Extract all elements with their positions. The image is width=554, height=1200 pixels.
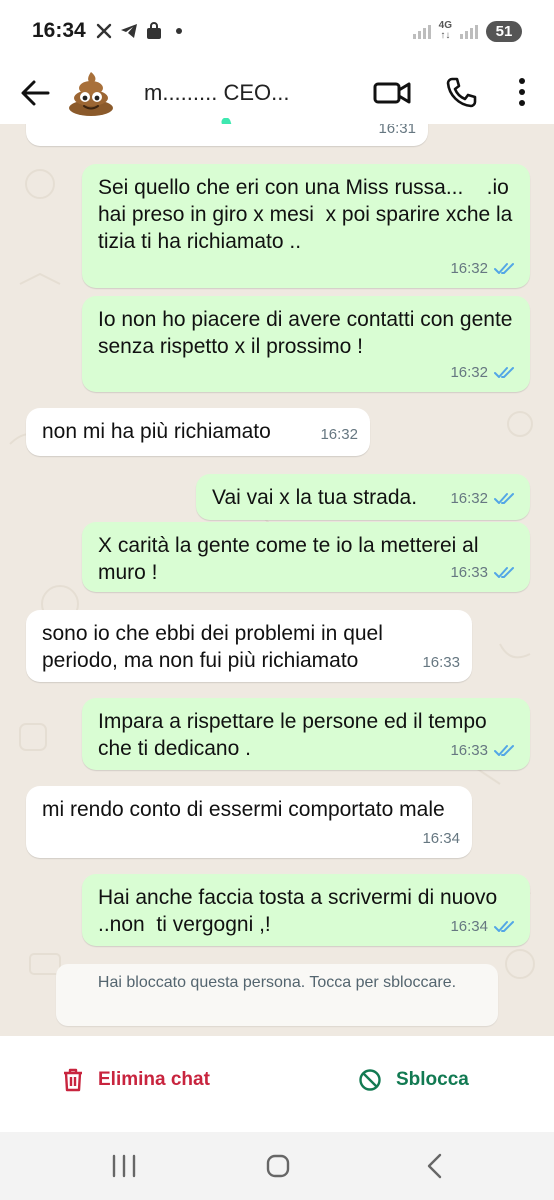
message-time: 16:33 xyxy=(450,742,488,759)
trash-icon xyxy=(64,1068,82,1092)
message-text: non mi ha più richiamato xyxy=(42,420,271,443)
home-icon[interactable] xyxy=(265,1153,291,1179)
x-app-icon xyxy=(96,23,111,39)
wifi-signal-icon xyxy=(412,23,431,39)
message-bubble-outgoing[interactable]: Vai vai x la tua strada. 16:32 xyxy=(196,474,530,520)
message-time: 16:34 xyxy=(450,918,488,935)
message-meta: 16:32 xyxy=(320,421,358,448)
message-text: Sei quello che eri con una Miss russa...… xyxy=(98,176,519,253)
read-receipt-icon xyxy=(494,920,514,932)
phone-call-icon[interactable] xyxy=(444,75,478,109)
message-meta: 16:33 xyxy=(450,737,518,764)
poop-emoji-icon xyxy=(69,72,113,116)
message-meta: 16:32 xyxy=(450,359,518,386)
cell-signal-icon xyxy=(460,23,478,39)
more-options-icon[interactable] xyxy=(508,75,536,109)
status-time: 16:34 xyxy=(32,19,86,42)
chat-header: m......... CEO... xyxy=(0,62,554,214)
read-receipt-icon xyxy=(494,744,514,756)
message-time: 16:34 xyxy=(422,830,460,847)
message-bubble-outgoing[interactable]: Sei quello che eri con una Miss russa...… xyxy=(82,164,530,288)
system-nav-bar xyxy=(0,1132,554,1200)
message-meta: 16:34 xyxy=(450,913,518,940)
block-icon xyxy=(359,1069,381,1091)
telegram-icon xyxy=(120,24,137,38)
back-arrow-icon[interactable] xyxy=(18,76,52,110)
avatar[interactable] xyxy=(64,66,118,120)
message-meta: 16:33 xyxy=(450,559,518,586)
message-meta: 16:34 xyxy=(422,825,460,852)
back-nav-icon[interactable] xyxy=(424,1152,444,1180)
message-bubble-incoming[interactable]: 16:31 xyxy=(26,124,428,146)
chat-area[interactable]: 16:31 Sei quello che eri con una Miss ru… xyxy=(0,124,554,1036)
message-bubble-incoming[interactable]: sono io che ebbi dei problemi in quel pe… xyxy=(26,610,472,682)
blocked-contact-notice[interactable]: Hai bloccato questa persona. Tocca per s… xyxy=(56,964,498,1026)
battery-indicator: 51 xyxy=(486,20,522,42)
message-bubble-outgoing[interactable]: Impara a rispettare le persone ed il tem… xyxy=(82,698,530,770)
message-time: 16:33 xyxy=(422,654,460,671)
message-time: 16:32 xyxy=(450,490,488,507)
message-meta: 16:32 xyxy=(450,485,518,512)
message-bubble-incoming[interactable]: non mi ha più richiamato 16:32 xyxy=(26,408,370,456)
network-indicator: 4G ↑↓ xyxy=(438,20,452,41)
message-meta: 16:32 xyxy=(450,255,518,282)
read-receipt-icon xyxy=(494,366,514,378)
delete-chat-label: Elimina chat xyxy=(98,1069,210,1090)
read-receipt-icon xyxy=(494,262,514,274)
message-time: 16:31 xyxy=(378,124,416,137)
notification-icons xyxy=(96,22,182,40)
message-text: mi rendo conto di essermi comportato mal… xyxy=(42,798,445,821)
read-receipt-icon xyxy=(494,566,514,578)
read-receipt-icon xyxy=(494,492,514,504)
message-bubble-outgoing[interactable]: Io non ho piacere di avere contatti con … xyxy=(82,296,530,392)
message-text: sono io che ebbi dei problemi in quel pe… xyxy=(42,622,389,672)
delete-chat-button[interactable]: Elimina chat xyxy=(62,1068,210,1092)
message-time: 16:32 xyxy=(450,260,488,277)
unblock-button[interactable]: Sblocca xyxy=(358,1068,469,1092)
more-notifications-dot xyxy=(175,28,182,34)
message-bubble-outgoing[interactable]: Hai anche faccia tosta a scrivermi di nu… xyxy=(82,874,530,946)
shopping-bag-icon xyxy=(146,22,161,39)
video-call-icon[interactable] xyxy=(372,76,412,110)
blocked-actions-bar: Elimina chat Sblocca xyxy=(0,1036,554,1132)
recent-apps-icon[interactable] xyxy=(110,1154,138,1178)
message-time: 16:33 xyxy=(450,564,488,581)
message-meta: 16:33 xyxy=(422,649,460,676)
message-bubble-outgoing[interactable]: X carità la gente come te io la metterei… xyxy=(82,522,530,592)
unblock-label: Sblocca xyxy=(396,1069,469,1090)
message-meta: 16:31 xyxy=(378,124,416,142)
message-bubble-incoming[interactable]: mi rendo conto di essermi comportato mal… xyxy=(26,786,472,858)
status-bar: 16:34 4G ↑↓ 51 xyxy=(0,0,554,62)
message-time: 16:32 xyxy=(450,364,488,381)
message-text: Io non ho piacere di avere contatti con … xyxy=(98,308,519,358)
message-time: 16:32 xyxy=(320,426,358,443)
contact-name[interactable]: m......... CEO... xyxy=(144,80,289,106)
